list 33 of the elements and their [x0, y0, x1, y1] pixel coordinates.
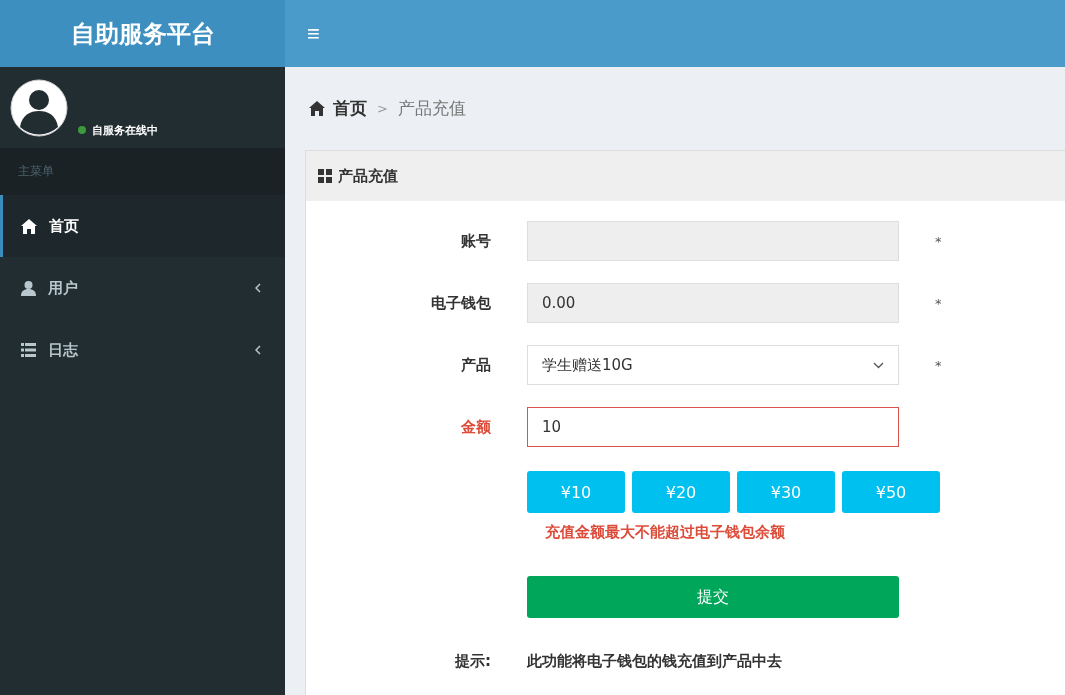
list-icon — [21, 343, 36, 357]
sidebar-item[interactable]: 日志 — [0, 319, 285, 381]
sidebar-item[interactable]: 用户 — [0, 257, 285, 319]
input-field[interactable] — [527, 221, 899, 261]
chevron-icon — [255, 345, 261, 355]
online-status: 自服务在线中 — [78, 122, 158, 138]
required-mark: * — [935, 233, 943, 249]
field-label: 账号 — [461, 231, 491, 251]
select-field[interactable]: 学生赠送10G — [527, 345, 899, 385]
hint-text: 此功能将电子钱包的钱充值到产品中去 — [527, 652, 783, 671]
input-field[interactable]: 10 — [527, 407, 899, 447]
app-title: 自助服务平台 — [0, 0, 285, 67]
sidebar-item[interactable]: 首页 — [0, 195, 285, 257]
card-title: 产品充值 — [338, 166, 398, 186]
warning-text: 充值金额最大不能超过电子钱包余额 — [545, 523, 786, 542]
user-icon — [21, 280, 36, 296]
chevron-icon — [255, 283, 261, 293]
caret-icon — [873, 361, 884, 369]
breadcrumb-separator: > — [377, 101, 388, 116]
breadcrumb-link[interactable]: 产品充值 — [397, 97, 466, 120]
field-label: 产品 — [461, 355, 491, 375]
hint-label: 提示: — [455, 652, 491, 671]
required-mark: * — [935, 357, 943, 373]
field-label: 金额 — [461, 417, 491, 437]
breadcrumb-link[interactable]: 首页 — [309, 97, 367, 120]
home-icon — [21, 218, 37, 234]
input-field[interactable]: 0.00 — [527, 283, 899, 323]
home-icon — [309, 101, 325, 116]
field-label: 电子钱包 — [431, 293, 491, 313]
required-mark: * — [935, 295, 943, 311]
avatar-icon — [10, 78, 68, 137]
grid-icon — [318, 169, 332, 183]
menu-heading: 主菜单 — [0, 148, 285, 195]
